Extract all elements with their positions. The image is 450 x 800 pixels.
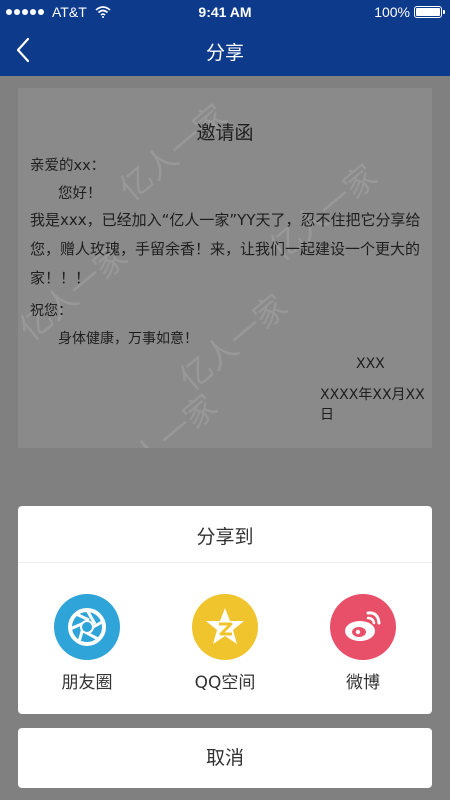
share-qzone-label: QQ空间 (194, 673, 256, 693)
watermark-text: 亿人一家 (112, 96, 235, 209)
share-sheet-title: 分享到 (196, 526, 254, 548)
letter-wish: 身体健康，万事如意！ (58, 331, 198, 347)
letter-body: 我是xxx，已经加入“亿人一家”YY天了，忍不住把它分享给您，赠人玫瑰，手留余香… (30, 211, 421, 287)
status-bar: AT&T 9:41 AM 100% (0, 0, 450, 24)
invitation-letter-card: 亿人一家 亿人一家 亿人一家 亿人一家 亿人一家 邀请函 亲爱的xx： 您好！ … (18, 88, 432, 448)
battery-icon (414, 6, 445, 18)
divider (18, 562, 432, 563)
qzone-icon (192, 594, 258, 660)
weibo-icon (330, 594, 396, 660)
share-weibo-button[interactable]: 微博 (308, 594, 418, 693)
share-qzone-button[interactable]: QQ空间 (170, 594, 280, 693)
cancel-button[interactable]: 取消 (18, 728, 432, 788)
share-sheet: 分享到 朋友圈 QQ空间 微博 (18, 506, 432, 714)
share-weibo-label: 微博 (346, 673, 380, 693)
letter-signature: XXX (356, 356, 385, 372)
letter-title: 邀请函 (196, 122, 254, 144)
battery-percent: 100% (374, 4, 410, 20)
letter-date: XXXX年XX月XX日 (320, 387, 425, 423)
nav-bar: 分享 (0, 24, 450, 76)
letter-wish-label: 祝您： (30, 303, 72, 319)
share-moments-button[interactable]: 朋友圈 (32, 594, 142, 693)
page-title: 分享 (205, 42, 244, 64)
letter-greeting: 您好！ (58, 186, 102, 202)
letter-salutation: 亲爱的xx： (30, 158, 106, 174)
moments-icon (54, 594, 120, 660)
share-moments-label: 朋友圈 (61, 673, 113, 693)
